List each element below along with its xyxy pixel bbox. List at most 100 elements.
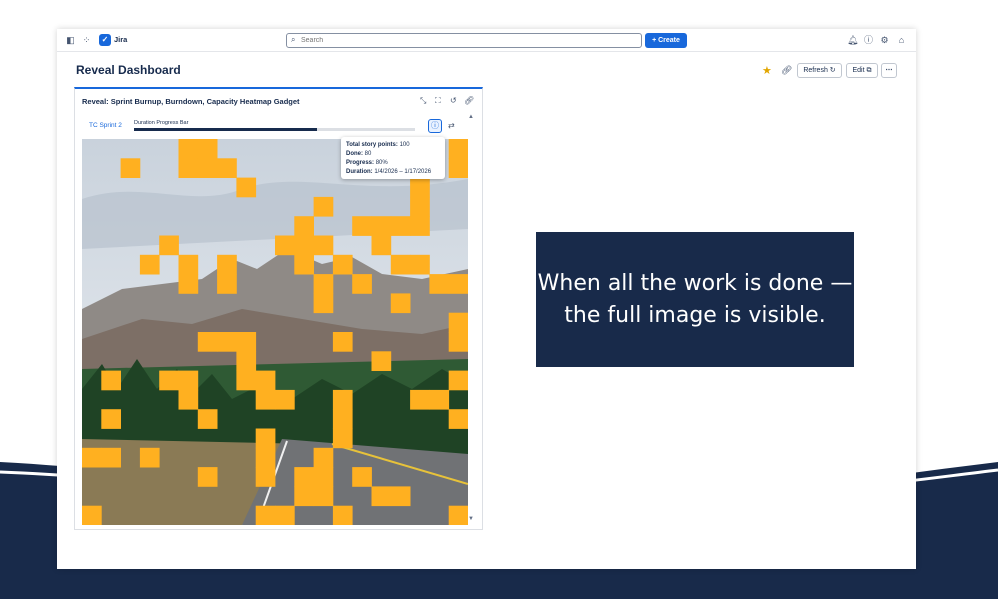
profile-icon[interactable]: ⌂ <box>896 35 907 46</box>
heatmap-tile <box>448 409 468 429</box>
tooltip-total-row: Total story points: 100 <box>346 141 440 150</box>
heatmap-tile <box>82 505 102 525</box>
callout-box: When all the work is done — the full ima… <box>536 232 854 367</box>
heatmap-tile <box>178 254 199 275</box>
heatmap-tile <box>255 447 276 468</box>
heatmap-tile <box>332 389 353 410</box>
gadget-link-icon[interactable]: 🔗︎ <box>464 96 474 105</box>
heatmap-tile <box>255 505 276 525</box>
scroll-up-arrow[interactable]: ▲ <box>468 114 474 120</box>
done-label: Done: <box>346 151 363 157</box>
heatmap-tile <box>197 467 218 487</box>
edit-button[interactable]: Edit ⧉ <box>846 63 878 78</box>
heatmap-tile <box>371 216 392 236</box>
heatmap-tile <box>217 274 237 294</box>
heatmap-tile <box>313 467 334 487</box>
swap-icon[interactable]: ⇄ <box>448 121 455 130</box>
refresh-label: Refresh <box>803 67 828 74</box>
heatmap-tile <box>236 351 257 371</box>
heatmap-tile <box>410 216 430 236</box>
heatmap-tile <box>275 505 295 525</box>
duration-progress-bar <box>134 128 415 131</box>
progress-label: Progress: <box>346 160 375 166</box>
tab-sprint[interactable]: TC Sprint 2 <box>89 122 122 129</box>
heatmap-tile <box>448 332 468 352</box>
heatmap-tile <box>448 139 468 159</box>
heatmap-tile <box>255 389 276 410</box>
refresh-gadget-icon[interactable]: ↺ <box>450 96 457 105</box>
heatmap-tile <box>371 351 392 371</box>
notifications-icon[interactable]: 🔔︎ <box>847 35 858 46</box>
heatmap-tile <box>352 467 372 487</box>
heatmap-tile <box>178 158 199 178</box>
heatmap-tile <box>313 274 334 294</box>
heatmap-tile <box>448 505 468 525</box>
heatmap-tile <box>178 370 199 391</box>
scroll-down-arrow[interactable]: ▼ <box>468 516 474 522</box>
heatmap-tile <box>313 447 334 468</box>
edit-label: Edit <box>852 67 865 74</box>
heatmap-tile <box>236 332 257 352</box>
heatmap-tile <box>332 332 353 352</box>
heatmap-tile <box>313 196 334 217</box>
heatmap-tile <box>294 235 314 256</box>
more-actions-button[interactable]: ⋯ <box>881 63 897 78</box>
heatmap-tile <box>352 274 372 294</box>
refresh-button[interactable]: Refresh ↻ <box>797 63 842 78</box>
heatmap-tile <box>101 370 121 391</box>
heatmap-tile <box>101 447 121 468</box>
search-input[interactable] <box>301 34 631 47</box>
app-switcher-icon[interactable]: ⁘ <box>81 35 92 46</box>
gadget-title: Reveal: Sprint Burnup, Burndown, Capacit… <box>82 97 300 106</box>
duration-value: 1/4/2026 – 1/17/2026 <box>374 169 432 175</box>
tooltip-duration-row: Duration: 1/4/2026 – 1/17/2026 <box>346 168 440 177</box>
heatmap-tile <box>139 447 160 468</box>
heatmap-tile <box>294 254 314 275</box>
jira-logo[interactable]: ✓ <box>99 34 111 46</box>
external-link-icon: ⧉ <box>866 67 872 74</box>
heatmap-tile <box>275 235 295 256</box>
heatmap-tile <box>390 486 411 507</box>
heatmap-tile <box>255 467 276 487</box>
refresh-icon: ↻ <box>829 67 836 74</box>
heatmap-tile <box>159 235 179 256</box>
heatmap-tile <box>390 216 411 236</box>
heatmap-tile <box>217 254 237 275</box>
heatmap-tile <box>101 409 121 429</box>
settings-icon[interactable]: ⚙ <box>879 35 890 46</box>
search-icon: ⌕ <box>291 35 296 44</box>
heatmap-tile <box>217 158 237 178</box>
fullscreen-icon[interactable]: ⛶ <box>435 96 441 106</box>
heatmap-tile <box>332 254 353 275</box>
heatmap-tile <box>410 389 430 410</box>
heatmap-tile <box>82 447 102 468</box>
create-button[interactable]: + Create <box>645 33 687 48</box>
heatmap-tile <box>390 293 411 314</box>
sidebar-toggle-icon[interactable]: ◧ <box>65 35 76 46</box>
minimize-icon[interactable]: ⤡ <box>420 96 426 106</box>
heatmap-tile <box>236 370 257 391</box>
help-icon[interactable]: ⓘ <box>863 35 874 46</box>
heatmap-tile <box>217 332 237 352</box>
heatmap-tile <box>313 293 334 314</box>
heatmap-tile <box>448 158 468 178</box>
star-icon[interactable]: ★ <box>762 64 772 77</box>
heatmap-tile <box>159 370 179 391</box>
heatmap-tile <box>255 428 276 449</box>
heatmap-tile <box>255 370 276 391</box>
link-icon[interactable]: 🔗︎ <box>781 65 792 76</box>
heatmap-tile <box>371 486 392 507</box>
heatmap-tile <box>294 467 314 487</box>
heatmap-tile <box>352 216 372 236</box>
heatmap-tile <box>371 235 392 256</box>
search-box[interactable]: ⌕ <box>286 33 642 48</box>
reveal-image <box>82 139 468 525</box>
heatmap-tile <box>275 389 295 410</box>
heatmap-tile <box>197 158 218 178</box>
callout-text: When all the work is done — the full ima… <box>537 271 853 328</box>
info-button[interactable]: ⓘ <box>428 119 442 133</box>
heatmap-tile <box>197 409 218 429</box>
app-name[interactable]: Jira <box>114 35 127 44</box>
heatmap-tile <box>410 177 430 198</box>
heatmap-tile <box>410 196 430 217</box>
